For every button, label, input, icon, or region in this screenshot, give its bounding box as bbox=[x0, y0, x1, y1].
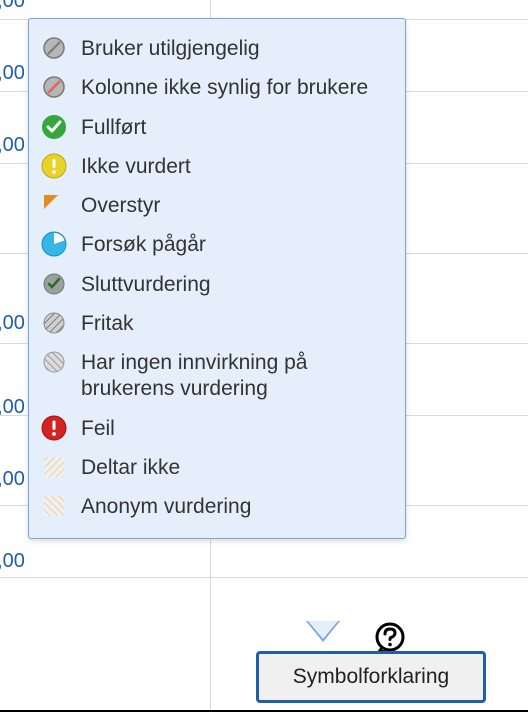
legend-item-error: Feil bbox=[41, 409, 393, 448]
legend-button-label: Symbolforklaring bbox=[293, 665, 449, 689]
legend-item-anonymous: Anonym vurdering bbox=[41, 487, 393, 526]
legend-item-column-hidden: Kolonne ikke synlig for brukere bbox=[41, 68, 393, 107]
exempt-icon bbox=[41, 310, 67, 336]
legend-item-user-unavailable: Bruker utilgjengelig bbox=[41, 29, 393, 68]
error-icon bbox=[41, 415, 67, 441]
legend-label: Bruker utilgjengelig bbox=[81, 35, 260, 62]
grid-value: 1,00 bbox=[0, 134, 25, 157]
legend-label: Forsøk pågår bbox=[81, 231, 206, 258]
legend-item-not-participating: Deltar ikke bbox=[41, 448, 393, 487]
grid-value: 1,00 bbox=[0, 550, 25, 573]
needs-grading-icon bbox=[41, 153, 67, 179]
legend-tooltip: Bruker utilgjengelig Kolonne ikke synlig… bbox=[28, 18, 406, 539]
completed-icon bbox=[41, 114, 67, 140]
no-impact-icon bbox=[41, 349, 67, 375]
legend-item-no-impact: Har ingen innvirkning på brukerens vurde… bbox=[41, 343, 393, 409]
legend-item-final-grade: Sluttvurdering bbox=[41, 265, 393, 304]
final-grade-icon bbox=[41, 271, 67, 297]
legend-item-completed: Fullført bbox=[41, 108, 393, 147]
not-participating-icon bbox=[41, 454, 67, 480]
legend-item-not-graded: Ikke vurdert bbox=[41, 147, 393, 186]
legend-item-override: Overstyr bbox=[41, 186, 393, 225]
legend-label: Deltar ikke bbox=[81, 454, 180, 481]
grid-value: 1,00 bbox=[0, 62, 25, 85]
in-progress-icon bbox=[41, 231, 67, 257]
legend-toggle-button[interactable]: Symbolforklaring bbox=[256, 651, 486, 703]
legend-label: Kolonne ikke synlig for brukere bbox=[81, 74, 368, 101]
anonymous-icon bbox=[41, 493, 67, 519]
unavailable-icon bbox=[41, 35, 67, 61]
legend-label: Fullført bbox=[81, 114, 146, 141]
legend-label: Har ingen innvirkning på brukerens vurde… bbox=[81, 349, 393, 403]
hidden-icon bbox=[41, 74, 67, 100]
grid-value: 0,00 bbox=[0, 0, 25, 13]
legend-label: Ikke vurdert bbox=[81, 153, 191, 180]
legend-label: Anonym vurdering bbox=[81, 493, 251, 520]
grid-value: 1,00 bbox=[0, 468, 25, 491]
legend-item-in-progress: Forsøk pågår bbox=[41, 225, 393, 264]
grid-value: 1,00 bbox=[0, 312, 25, 335]
legend-label: Feil bbox=[81, 415, 115, 442]
legend-item-exempt: Fritak bbox=[41, 304, 393, 343]
legend-label: Sluttvurdering bbox=[81, 271, 211, 298]
legend-label: Overstyr bbox=[81, 192, 160, 219]
legend-label: Fritak bbox=[81, 310, 134, 337]
override-icon bbox=[41, 192, 67, 218]
